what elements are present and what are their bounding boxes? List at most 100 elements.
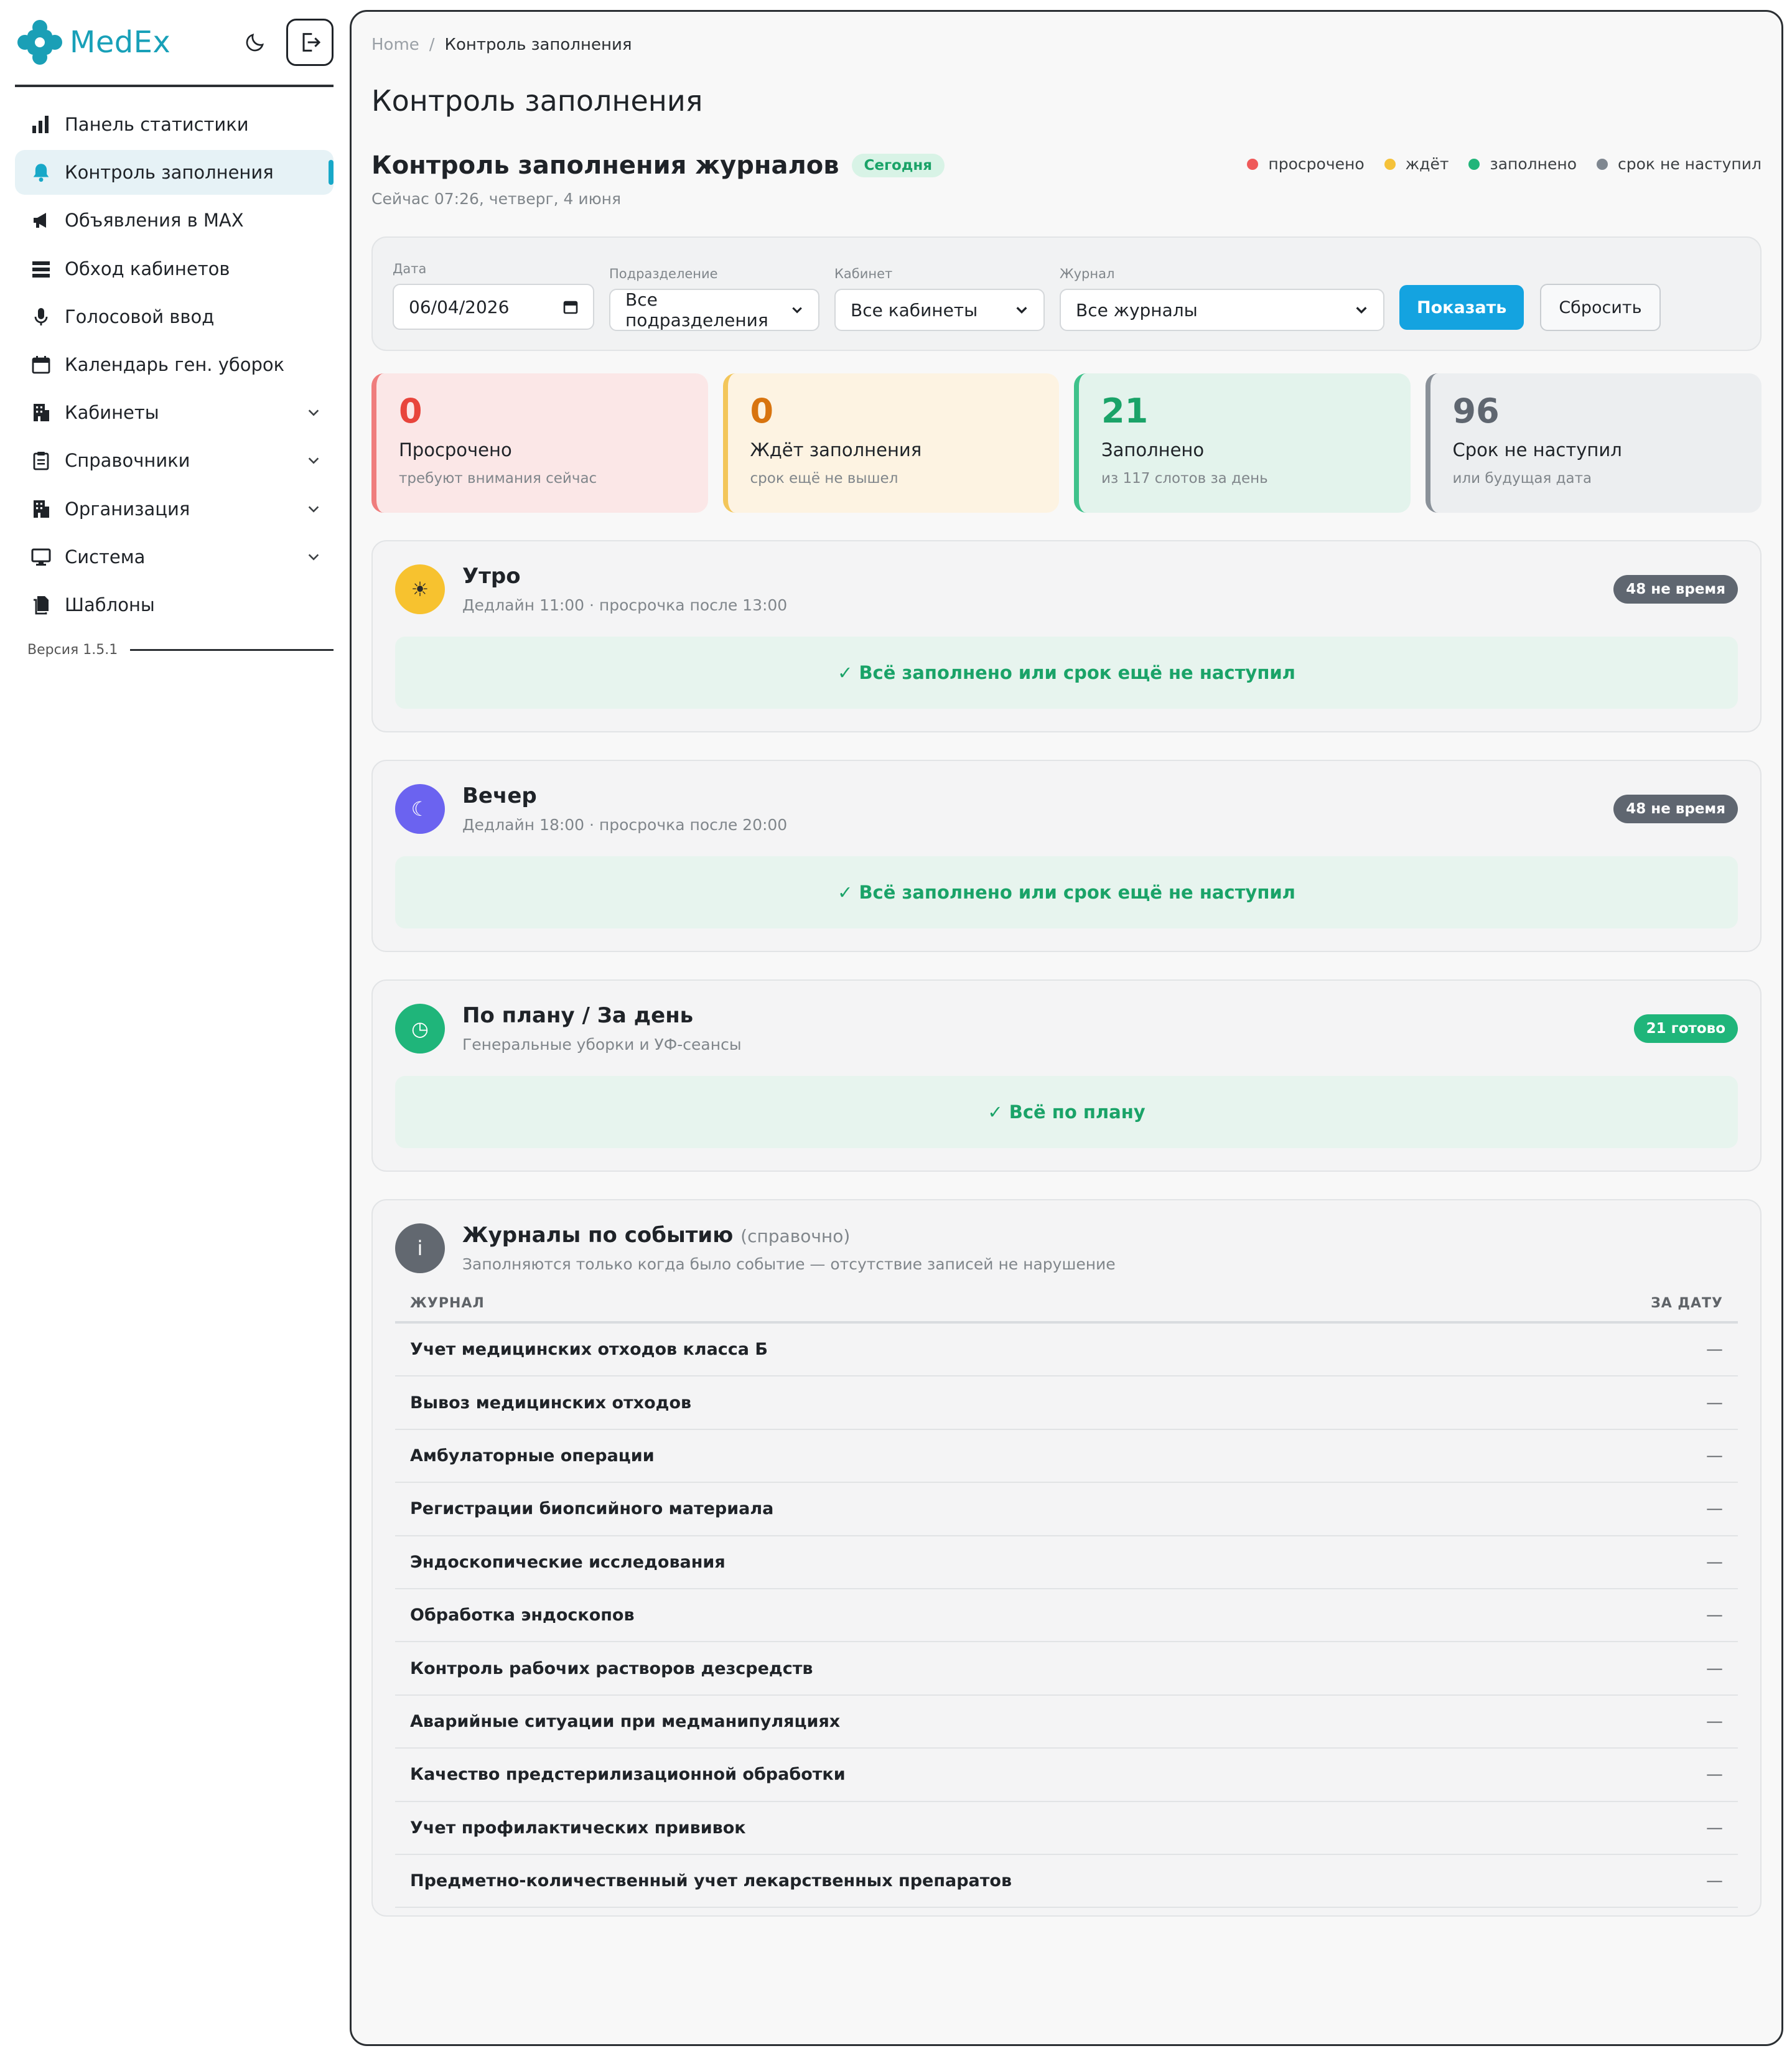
sidebar-item[interactable]: Организация <box>15 487 334 531</box>
stat-title: Срок не наступил <box>1452 439 1622 460</box>
period-title: По плану / За день <box>462 1003 694 1028</box>
sidebar-item[interactable]: Панель статистики <box>15 102 334 147</box>
event-journals-card: i Журналы по событию (справочно) Заполня… <box>371 1199 1762 1917</box>
bar-chart-icon <box>30 113 52 136</box>
show-button[interactable]: Показать <box>1399 285 1524 330</box>
event-journals-subtitle: Заполняются только когда было событие — … <box>462 1255 1116 1273</box>
brand-name: MedEx <box>70 25 171 60</box>
status-badge: 48 не время <box>1613 574 1738 604</box>
legend-label: просрочено <box>1268 155 1365 173</box>
sidebar-item[interactable]: Система <box>15 535 334 579</box>
legend-item: заполнено <box>1468 155 1577 173</box>
journal-name: Контроль рабочих растворов дезсредств <box>410 1658 813 1678</box>
journal-name: Предметно-количественный учет лекарствен… <box>410 1871 1012 1891</box>
chevron-down-icon[interactable] <box>306 502 321 516</box>
stat-subtitle: из 117 слотов за день <box>1101 470 1268 487</box>
table-row: Учет медицинских отходов класса Б — <box>395 1324 1738 1377</box>
journal-date-value: — <box>1706 1340 1723 1360</box>
date-label: Дата <box>393 261 427 276</box>
breadcrumb-current: Контроль заполнения <box>444 35 632 54</box>
department-label: Подразделение <box>609 266 718 281</box>
breadcrumb-home-link[interactable]: Home <box>371 35 419 54</box>
logo[interactable]: MedEx <box>17 20 170 65</box>
chevron-down-icon[interactable] <box>306 549 321 564</box>
department-select[interactable]: Все подразделения <box>609 289 819 331</box>
cabinet-select[interactable]: Все кабинеты <box>834 289 1045 331</box>
department-value: Все подразделения <box>625 289 768 330</box>
current-time-text: Сейчас 07:26, четверг, 4 июня <box>371 190 622 208</box>
column-journal: ЖУРНАЛ <box>410 1296 485 1311</box>
legend-label: ждёт <box>1405 155 1449 173</box>
icon-glyph: ◷ <box>411 1016 429 1040</box>
sidebar: MedEx Панель статистики Контроль заполнен… <box>0 0 348 2056</box>
sidebar-item[interactable]: Кабинеты <box>15 390 334 435</box>
table-row: Обработка эндоскопов — <box>395 1589 1738 1643</box>
sidebar-item-label: Шаблоны <box>65 594 155 615</box>
sidebar-item-label: Кабинеты <box>65 402 159 424</box>
journal-name: Качество предстерилизационной обработки <box>410 1765 846 1785</box>
status-badge: 48 не время <box>1613 794 1738 823</box>
sidebar-item[interactable]: Контроль заполнения <box>15 150 334 195</box>
sidebar-item[interactable]: Объявления в MAX <box>15 198 334 243</box>
chevron-down-icon[interactable] <box>306 453 321 468</box>
sidebar-item[interactable]: Справочники <box>15 438 334 483</box>
stat-value: 0 <box>750 391 774 431</box>
calendar-icon <box>563 301 578 314</box>
bell-icon <box>30 161 52 184</box>
journal-date-value: — <box>1706 1871 1723 1891</box>
icon-glyph: ☾ <box>411 797 429 821</box>
table-row: Аварийные ситуации при медманипуляциях — <box>395 1696 1738 1749</box>
stat-title: Просрочено <box>399 439 512 460</box>
journal-date-value: — <box>1706 1658 1723 1678</box>
journal-date-value: — <box>1706 1393 1723 1413</box>
stat-subtitle: требуют внимания сейчас <box>399 470 597 487</box>
building-icon <box>30 401 52 424</box>
breadcrumb: Home / Контроль заполнения <box>371 35 1762 54</box>
sidebar-item[interactable]: Обход кабинетов <box>15 246 334 291</box>
journal-date-value: — <box>1706 1818 1723 1838</box>
reset-button[interactable]: Сбросить <box>1540 284 1661 331</box>
journal-date-value: — <box>1706 1446 1723 1465</box>
legend-dot <box>1597 158 1608 170</box>
chevron-down-icon <box>1016 307 1027 314</box>
stat-value: 96 <box>1452 391 1500 431</box>
stat-card: 96 Срок не наступил или будущая дата <box>1425 373 1762 513</box>
journal-name: Учет профилактических прививок <box>410 1818 746 1838</box>
sidebar-item[interactable]: Голосовой ввод <box>15 294 334 339</box>
table-row: Амбулаторные операции — <box>395 1430 1738 1484</box>
chevron-down-icon[interactable] <box>306 405 321 420</box>
logout-button[interactable] <box>286 19 334 66</box>
chevron-down-icon <box>1356 307 1367 314</box>
sun-icon: ☀ <box>395 564 445 614</box>
status-badge: 21 готово <box>1633 1014 1738 1043</box>
sidebar-item-label: Голосовой ввод <box>65 306 215 327</box>
sidebar-item[interactable]: Шаблоны <box>15 582 334 627</box>
sidebar-item-label: Справочники <box>65 450 190 472</box>
sidebar-item-label: Календарь ген. уборок <box>65 353 285 375</box>
sidebar-item-label: Объявления в MAX <box>65 210 244 231</box>
cabinet-value: Все кабинеты <box>851 299 978 320</box>
divider <box>130 648 334 651</box>
journal-select[interactable]: Все журналы <box>1060 289 1384 331</box>
date-input[interactable]: 06/04/2026 <box>393 284 594 330</box>
legend-label: заполнено <box>1490 155 1577 173</box>
info-icon-glyph: i <box>417 1236 423 1260</box>
cabinet-label: Кабинет <box>834 266 893 281</box>
legend-dot <box>1468 158 1480 170</box>
sidebar-item[interactable]: Календарь ген. уборок <box>15 342 334 387</box>
sidebar-item-label: Обход кабинетов <box>65 258 230 279</box>
event-journals-note: (справочно) <box>740 1226 851 1246</box>
moon-icon: ☾ <box>395 783 445 834</box>
all-done-message: ✓ Всё заполнено или срок ещё не наступил <box>395 856 1738 928</box>
table-row: Учет профилактических прививок — <box>395 1802 1738 1855</box>
journal-name: Амбулаторные операции <box>410 1446 655 1465</box>
theme-toggle-button[interactable] <box>241 29 269 56</box>
legend-dot <box>1247 158 1259 170</box>
table-row: Регистрации биопсийного материала — <box>395 1483 1738 1536</box>
building-icon <box>30 498 52 520</box>
legend-item: просрочено <box>1247 155 1365 173</box>
stat-value: 21 <box>1101 391 1149 431</box>
main-panel: Home / Контроль заполнения Контроль запо… <box>350 10 1783 2046</box>
journal-date-value: — <box>1706 1765 1723 1785</box>
section-title: Контроль заполнения журналов <box>371 151 839 180</box>
